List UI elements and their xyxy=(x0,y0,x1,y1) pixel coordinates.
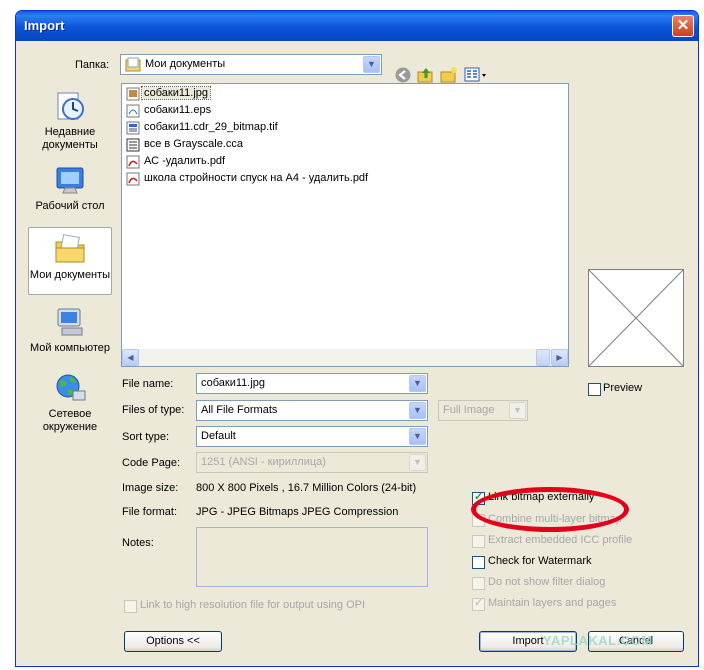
watermark-label: Check for Watermark xyxy=(488,555,592,567)
place-label: Мои документы xyxy=(29,269,111,281)
network-icon xyxy=(56,374,86,401)
preview-area xyxy=(588,269,684,367)
place-desktop[interactable]: Рабочий стол xyxy=(28,163,112,215)
recent-documents-icon xyxy=(57,92,84,120)
image-size-label: Image size: xyxy=(122,482,179,494)
my-documents-icon xyxy=(55,234,85,263)
pdf-file-icon xyxy=(126,172,140,186)
file-name: собаки11.cdr_29_bitmap.tif xyxy=(144,121,278,133)
code-page-select[interactable]: 1251 (ANSI - кириллица) ▼ xyxy=(196,452,428,473)
file-format-value: JPG - JPEG Bitmaps JPEG Compression xyxy=(196,506,399,518)
file-name: собаки11.jpg xyxy=(140,86,212,100)
extract-icc-checkbox[interactable] xyxy=(472,535,485,548)
sort-type-value: Default xyxy=(201,430,236,442)
my-documents-small-icon xyxy=(125,57,141,72)
window-title: Import xyxy=(24,18,65,33)
file-name: все в Grayscale.cca xyxy=(144,138,243,150)
red-annotation-ellipse xyxy=(471,487,629,532)
place-my-computer[interactable]: Мой компьютер xyxy=(28,305,112,359)
back-icon[interactable] xyxy=(394,66,412,84)
place-label: Мой компьютер xyxy=(29,342,111,354)
desktop-icon xyxy=(56,167,84,194)
files-of-type-select[interactable]: All File Formats ▼ xyxy=(196,400,428,421)
file-name: собаки11.eps xyxy=(144,104,212,116)
file-name-field[interactable]: собаки11.jpg ▼ xyxy=(196,373,428,394)
code-page-value: 1251 (ANSI - кириллица) xyxy=(201,456,326,468)
file-format-label: File format: xyxy=(122,506,178,518)
scroll-thumb[interactable] xyxy=(536,349,550,366)
up-folder-icon[interactable] xyxy=(417,66,435,84)
eps-file-icon xyxy=(126,104,140,118)
my-computer-icon xyxy=(57,308,83,336)
cca-file-icon xyxy=(126,138,140,152)
folder-value: Мои документы xyxy=(145,58,226,70)
chevron-down-icon[interactable]: ▼ xyxy=(409,402,426,419)
new-folder-icon[interactable] xyxy=(440,66,458,84)
options-button[interactable]: Options << xyxy=(124,631,222,652)
title-bar[interactable]: Import ✕ xyxy=(16,11,698,41)
place-label: Недавние документы xyxy=(42,126,98,151)
file-name-label: File name: xyxy=(122,378,174,390)
watermark-checkbox[interactable] xyxy=(472,556,485,569)
places-bar: Недавние документы Рабочий стол Мои доку… xyxy=(28,83,116,433)
chevron-down-icon[interactable]: ▼ xyxy=(409,375,426,392)
chevron-down-icon[interactable]: ▼ xyxy=(409,428,426,445)
code-page-label: Code Page: xyxy=(122,457,181,469)
scroll-right-button[interactable]: ▶ xyxy=(551,349,568,366)
place-label: Рабочий стол xyxy=(35,200,105,212)
view-menu-icon[interactable] xyxy=(464,66,488,84)
folder-label: Папка: xyxy=(75,59,110,71)
image-size-value: 800 X 800 Pixels , 16.7 Million Colors (… xyxy=(196,482,417,494)
import-dialog: Import ✕ Папка: Мои документы ▼ Недавние… xyxy=(15,10,699,667)
notes-label: Notes: xyxy=(122,537,154,549)
folder-combo[interactable]: Мои документы ▼ xyxy=(120,54,382,75)
horizontal-scrollbar[interactable]: ◀ ▶ xyxy=(122,349,568,366)
sort-type-select[interactable]: Default ▼ xyxy=(196,426,428,447)
place-network[interactable]: Сетевое окружение xyxy=(28,371,112,437)
file-name-value: собаки11.jpg xyxy=(201,377,266,389)
link-high-res-checkbox[interactable] xyxy=(124,600,137,613)
no-filter-dialog-checkbox[interactable] xyxy=(472,577,485,590)
files-of-type-label: Files of type: xyxy=(122,404,185,416)
maintain-layers-checkbox[interactable]: ✓ xyxy=(472,597,485,611)
full-image-select[interactable]: Full Image ▼ xyxy=(438,400,528,421)
file-name: АС -удалить.pdf xyxy=(144,155,226,167)
maintain-layers-label: Maintain layers and pages xyxy=(488,597,617,609)
close-button[interactable]: ✕ xyxy=(672,15,694,37)
jpg-file-icon xyxy=(126,87,140,101)
no-filter-dialog-label: Do not show filter dialog xyxy=(488,576,606,588)
preview-label: Preview xyxy=(603,382,643,394)
tif-file-icon xyxy=(126,121,140,135)
place-label: Сетевое окружение xyxy=(42,408,98,433)
files-of-type-value: All File Formats xyxy=(201,404,278,416)
preview-placeholder-icon xyxy=(588,269,684,367)
sort-type-label: Sort type: xyxy=(122,431,170,443)
chevron-down-icon: ▼ xyxy=(409,454,426,471)
file-list[interactable]: собаки11.jpg собаки11.eps собаки11.cdr_2… xyxy=(121,83,569,367)
full-image-value: Full Image xyxy=(443,404,495,416)
site-watermark: YAPLAKAL.COM xyxy=(543,633,653,648)
extract-icc-label: Extract embedded ICC profile xyxy=(488,534,633,546)
chevron-down-icon[interactable]: ▼ xyxy=(363,56,380,73)
preview-checkbox[interactable] xyxy=(588,383,601,396)
file-name: школа стройности спуск на А4 - удалить.p… xyxy=(144,172,369,184)
notes-field xyxy=(196,527,428,587)
chevron-down-icon: ▼ xyxy=(509,402,526,419)
pdf-file-icon xyxy=(126,155,140,169)
scroll-left-button[interactable]: ◀ xyxy=(122,349,139,366)
link-high-res-label: Link to high resolution file for output … xyxy=(140,599,366,611)
place-my-documents[interactable]: Мои документы xyxy=(28,227,112,295)
place-recent-documents[interactable]: Недавние документы xyxy=(28,89,112,159)
